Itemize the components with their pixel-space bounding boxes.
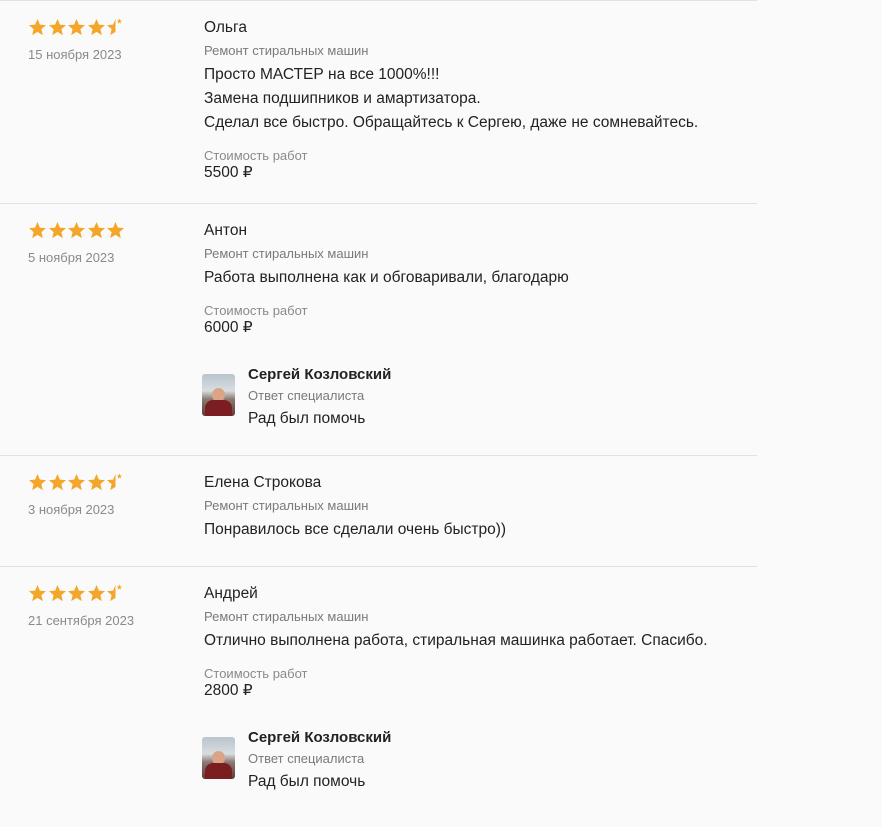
reply-author: Сергей Козловский <box>248 366 392 383</box>
review-date: 5 ноября 2023 <box>28 250 115 265</box>
star-full-icon <box>106 221 126 240</box>
star-full-icon <box>48 473 68 492</box>
reviews-list: 15 ноября 2023 Ольга Ремонт стиральных м… <box>0 0 757 827</box>
cost-value: 6000 ₽ <box>204 319 253 336</box>
review-item: 21 сентября 2023 Андрей Ремонт стиральны… <box>0 567 757 827</box>
star-full-icon <box>87 18 107 37</box>
cost-label: Стоимость работ <box>204 148 308 163</box>
star-rating <box>28 220 188 240</box>
review-author: Елена Строкова <box>204 474 322 491</box>
review-text: Просто МАСТЕР на все 1000%!!! Замена под… <box>204 63 744 135</box>
reply-text: Рад был помочь <box>248 773 366 790</box>
star-rating <box>28 583 188 603</box>
review-service: Ремонт стиральных машин <box>204 43 369 58</box>
star-half-icon <box>106 583 126 603</box>
specialist-reply: Сергей Козловский Ответ специалиста Рад … <box>202 366 744 430</box>
star-rating <box>28 17 188 37</box>
avatar <box>202 737 235 779</box>
review-text-line: Работа выполнена как и обговаривали, бла… <box>204 269 569 286</box>
star-full-icon <box>67 473 87 492</box>
review-date: 21 сентября 2023 <box>28 613 135 628</box>
cost-value: 2800 ₽ <box>204 682 253 699</box>
star-full-icon <box>87 221 107 240</box>
star-half-icon <box>106 472 126 492</box>
review-text-line: Замена подшипников и амартизатора. <box>204 90 481 107</box>
star-full-icon <box>67 18 87 37</box>
cost-label: Стоимость работ <box>204 666 308 681</box>
reply-author: Сергей Козловский <box>248 729 392 746</box>
star-full-icon <box>67 221 87 240</box>
star-full-icon <box>87 584 107 603</box>
reply-text: Рад был помочь <box>248 410 366 427</box>
review-text: Работа выполнена как и обговаривали, бла… <box>204 266 744 290</box>
review-text-line: Просто МАСТЕР на все 1000%!!! <box>204 66 440 83</box>
star-full-icon <box>48 584 68 603</box>
reply-role: Ответ специалиста <box>248 751 365 766</box>
review-service: Ремонт стиральных машин <box>204 609 369 624</box>
cost-label: Стоимость работ <box>204 303 308 318</box>
star-half-icon <box>106 17 126 37</box>
specialist-reply: Сергей Козловский Ответ специалиста Рад … <box>202 729 744 793</box>
star-full-icon <box>28 584 48 603</box>
review-author: Антон <box>204 222 248 239</box>
review-author: Андрей <box>204 585 258 602</box>
review-text: Отлично выполнена работа, стиральная маш… <box>204 629 744 653</box>
review-date: 3 ноября 2023 <box>28 502 115 517</box>
review-text-line: Понравилось все сделали очень быстро)) <box>204 521 507 538</box>
review-service: Ремонт стиральных машин <box>204 246 369 261</box>
review-date: 15 ноября 2023 <box>28 47 122 62</box>
avatar <box>202 374 235 416</box>
star-full-icon <box>28 473 48 492</box>
star-full-icon <box>87 473 107 492</box>
cost-value: 5500 ₽ <box>204 164 253 181</box>
review-item: 15 ноября 2023 Ольга Ремонт стиральных м… <box>0 1 757 204</box>
review-text-line: Сделал все быстро. Обращайтесь к Сергею,… <box>204 114 699 131</box>
review-service: Ремонт стиральных машин <box>204 498 369 513</box>
star-full-icon <box>48 18 68 37</box>
reply-role: Ответ специалиста <box>248 388 365 403</box>
star-full-icon <box>28 221 48 240</box>
review-item: 5 ноября 2023 Антон Ремонт стиральных ма… <box>0 204 757 456</box>
star-full-icon <box>48 221 68 240</box>
star-full-icon <box>28 18 48 37</box>
review-text: Понравилось все сделали очень быстро)) <box>204 518 744 542</box>
review-text-line: Отлично выполнена работа, стиральная маш… <box>204 632 708 649</box>
star-rating <box>28 472 188 492</box>
star-full-icon <box>67 584 87 603</box>
review-author: Ольга <box>204 19 247 36</box>
review-item: 3 ноября 2023 Елена Строкова Ремонт стир… <box>0 456 757 567</box>
